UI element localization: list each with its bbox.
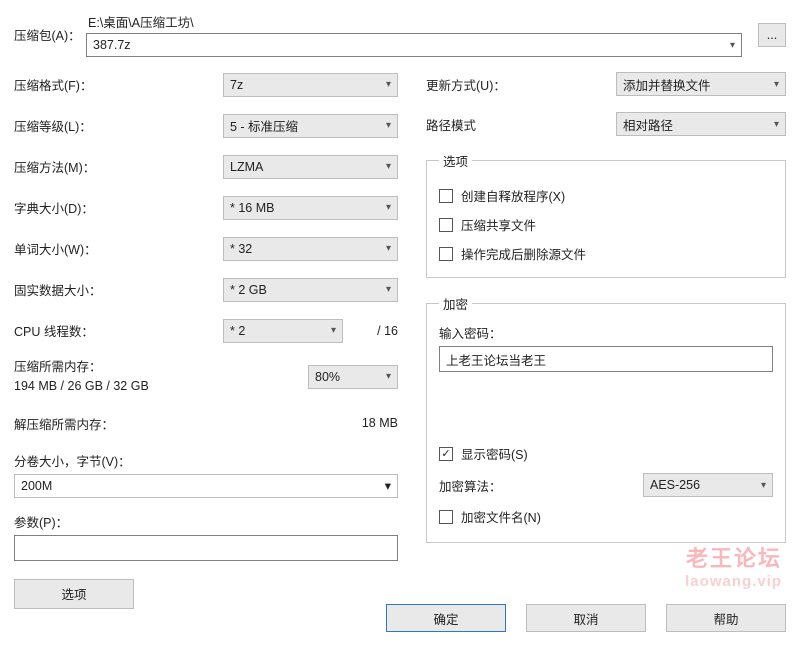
solid-select[interactable]: * 2 GB ▾: [223, 278, 398, 302]
algo-value: AES-256: [650, 478, 700, 492]
params-label: 参数(P)：: [14, 512, 398, 531]
encrypt-filenames-checkbox[interactable]: [439, 510, 453, 524]
options-legend: 选项: [439, 151, 472, 170]
mem-comp-label: 压缩所需内存：: [14, 358, 149, 377]
archive-path-prefix: E:\桌面\A压缩工坊\: [88, 12, 742, 31]
chevron-down-icon: ▾: [761, 480, 766, 491]
password-value: 上老王论坛当老王: [446, 350, 546, 369]
solid-label: 固实数据大小：: [14, 276, 204, 303]
dict-value: * 16 MB: [230, 201, 274, 215]
update-mode-value: 添加并替换文件: [623, 75, 711, 94]
mem-pct-value: 80%: [315, 370, 340, 384]
algo-select[interactable]: AES-256 ▾: [643, 473, 773, 497]
chevron-down-icon: ▾: [385, 478, 391, 493]
sfx-label: 创建自释放程序(X): [461, 186, 565, 205]
mem-decomp-label: 解压缩所需内存：: [14, 410, 204, 437]
delete-after-label: 操作完成后删除源文件: [461, 244, 586, 263]
cancel-button[interactable]: 取消: [526, 604, 646, 632]
solid-value: * 2 GB: [230, 283, 267, 297]
threads-value: * 2: [230, 324, 245, 338]
level-label: 压缩等级(L)：: [14, 112, 204, 139]
encrypt-filenames-label: 加密文件名(N): [461, 507, 541, 526]
ellipsis-icon: ...: [767, 28, 777, 42]
update-label: 更新方式(U)：: [426, 75, 506, 94]
level-select[interactable]: 5 - 标准压缩 ▾: [223, 114, 398, 138]
split-size-combo[interactable]: 200M ▾: [14, 474, 398, 498]
cancel-button-label: 取消: [573, 609, 598, 628]
path-mode-value: 相对路径: [623, 115, 673, 134]
method-select[interactable]: LZMA ▾: [223, 155, 398, 179]
ok-button-label: 确定: [433, 609, 458, 628]
word-value: * 32: [230, 242, 252, 256]
encrypt-fieldset: 加密 输入密码： 上老王论坛当老王 显示密码(S) 加密算法： AES-256 …: [426, 294, 786, 543]
threads-select[interactable]: * 2 ▾: [223, 319, 343, 343]
split-label: 分卷大小，字节(V)：: [14, 451, 398, 470]
encrypt-legend: 加密: [439, 294, 472, 313]
options-fieldset: 选项 创建自释放程序(X) 压缩共享文件 操作完成后删除源文件: [426, 151, 786, 278]
archive-filename-value: 387.7z: [93, 38, 131, 52]
options-button-label: 选项: [61, 584, 86, 603]
chevron-down-icon: ▾: [774, 119, 779, 130]
mem-decomp-value: 18 MB: [223, 416, 398, 430]
show-password-label: 显示密码(S): [461, 444, 528, 463]
chevron-down-icon: ▾: [386, 371, 391, 382]
method-label: 压缩方法(M)：: [14, 153, 204, 180]
share-label: 压缩共享文件: [461, 215, 536, 234]
threads-label: CPU 线程数：: [14, 317, 204, 344]
dict-select[interactable]: * 16 MB ▾: [223, 196, 398, 220]
help-button[interactable]: 帮助: [666, 604, 786, 632]
chevron-down-icon: ▾: [386, 120, 391, 131]
level-value: 5 - 标准压缩: [230, 116, 298, 135]
chevron-down-icon: ▾: [331, 325, 336, 336]
word-label: 单词大小(W)：: [14, 235, 204, 262]
format-select[interactable]: 7z ▾: [223, 73, 398, 97]
ok-button[interactable]: 确定: [386, 604, 506, 632]
share-checkbox[interactable]: [439, 218, 453, 232]
format-label: 压缩格式(F)：: [14, 71, 204, 98]
chevron-down-icon: ▾: [730, 40, 735, 51]
chevron-down-icon: ▾: [386, 243, 391, 254]
chevron-down-icon: ▾: [386, 284, 391, 295]
browse-button[interactable]: ...: [758, 23, 786, 47]
threads-total: / 16: [377, 324, 398, 338]
word-select[interactable]: * 32 ▾: [223, 237, 398, 261]
sfx-checkbox[interactable]: [439, 189, 453, 203]
update-mode-select[interactable]: 添加并替换文件 ▾: [616, 72, 786, 96]
help-button-label: 帮助: [713, 609, 738, 628]
chevron-down-icon: ▾: [386, 161, 391, 172]
path-mode-select[interactable]: 相对路径 ▾: [616, 112, 786, 136]
algo-label: 加密算法：: [439, 476, 502, 495]
dict-label: 字典大小(D)：: [14, 194, 204, 221]
format-value: 7z: [230, 78, 243, 92]
mem-comp-value: 194 MB / 26 GB / 32 GB: [14, 377, 149, 396]
delete-after-checkbox[interactable]: [439, 247, 453, 261]
method-value: LZMA: [230, 160, 263, 174]
params-input[interactable]: [14, 535, 398, 561]
chevron-down-icon: ▾: [386, 202, 391, 213]
show-password-checkbox[interactable]: [439, 447, 453, 461]
archive-label: 压缩包(A)：: [14, 25, 86, 44]
options-button[interactable]: 选项: [14, 579, 134, 609]
archive-filename-combo[interactable]: 387.7z ▾: [86, 33, 742, 57]
chevron-down-icon: ▾: [386, 79, 391, 90]
password-input[interactable]: 上老王论坛当老王: [439, 346, 773, 372]
split-size-value: 200M: [21, 479, 52, 493]
chevron-down-icon: ▾: [774, 79, 779, 90]
path-mode-label: 路径模式: [426, 115, 476, 134]
mem-pct-select[interactable]: 80% ▾: [308, 365, 398, 389]
password-label: 输入密码：: [439, 323, 773, 342]
